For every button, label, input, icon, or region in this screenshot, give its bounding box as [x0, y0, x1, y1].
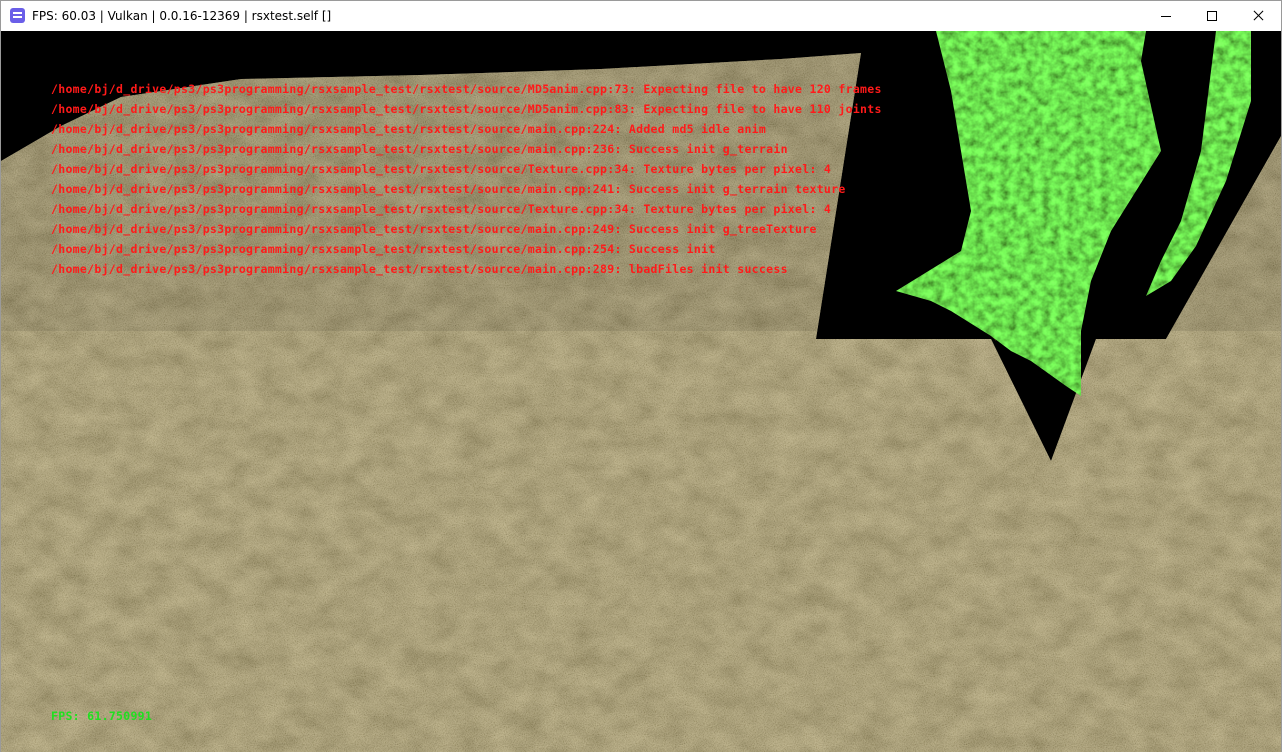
log-line: /home/bj/d_drive/ps3/ps3programming/rsxs… [51, 222, 817, 236]
log-line: /home/bj/d_drive/ps3/ps3programming/rsxs… [51, 82, 882, 96]
maximize-button[interactable] [1189, 1, 1235, 31]
log-line: /home/bj/d_drive/ps3/ps3programming/rsxs… [51, 182, 846, 196]
emulator-window: FPS: 60.03 | Vulkan | 0.0.16-12369 | rsx… [0, 0, 1282, 752]
log-line: /home/bj/d_drive/ps3/ps3programming/rsxs… [51, 262, 788, 276]
title-bar[interactable]: FPS: 60.03 | Vulkan | 0.0.16-12369 | rsx… [1, 1, 1281, 31]
log-line: /home/bj/d_drive/ps3/ps3programming/rsxs… [51, 102, 882, 116]
window-title: FPS: 60.03 | Vulkan | 0.0.16-12369 | rsx… [32, 9, 332, 23]
log-line: /home/bj/d_drive/ps3/ps3programming/rsxs… [51, 162, 832, 176]
debug-log: /home/bj/d_drive/ps3/ps3programming/rsxs… [51, 79, 882, 279]
log-line: /home/bj/d_drive/ps3/ps3programming/rsxs… [51, 122, 767, 136]
log-line: /home/bj/d_drive/ps3/ps3programming/rsxs… [51, 142, 788, 156]
log-line: /home/bj/d_drive/ps3/ps3programming/rsxs… [51, 242, 716, 256]
close-button[interactable] [1235, 1, 1281, 31]
log-line: /home/bj/d_drive/ps3/ps3programming/rsxs… [51, 202, 832, 216]
game-viewport[interactable]: /home/bj/d_drive/ps3/ps3programming/rsxs… [1, 31, 1281, 752]
fps-counter: FPS: 61.750991 [51, 709, 153, 723]
rpcs3-app-icon [10, 8, 25, 23]
minimize-button[interactable] [1143, 1, 1189, 31]
